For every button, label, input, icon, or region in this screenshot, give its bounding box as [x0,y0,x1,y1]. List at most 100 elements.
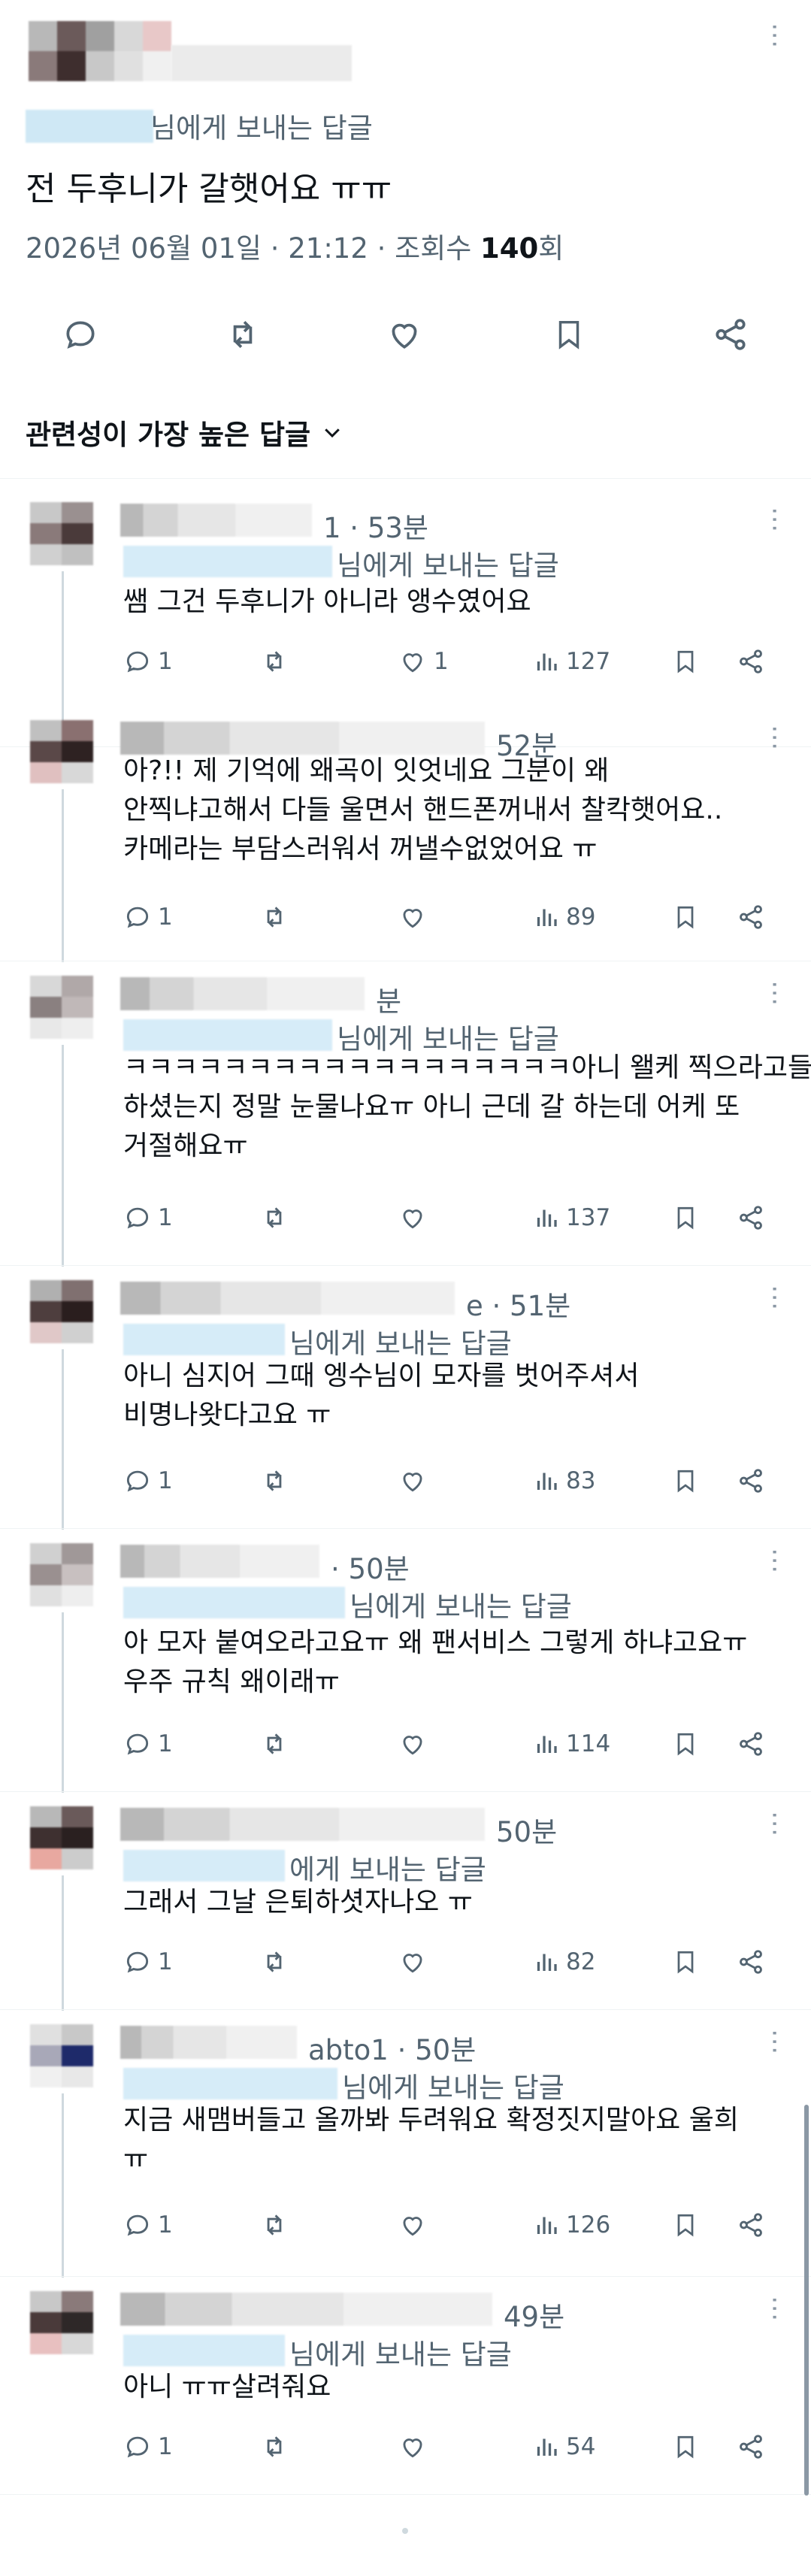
views-icon [537,1209,557,1227]
like-button[interactable] [398,1939,434,1984]
like-button[interactable] [378,301,431,368]
bookmark-button[interactable] [672,1721,699,1766]
like-button[interactable] [398,2424,434,2469]
reply-text: 아 모자 붙여오라고요ㅠ 왜 팬서비스 그렇게 하냐고요ㅠ 우주 규칙 왜이래ㅠ [123,1627,748,1697]
view-count: 54 [566,2433,596,2460]
reply-button[interactable]: 1 [123,1939,173,1984]
bookmark-button[interactable] [672,894,699,940]
bookmark-button[interactable] [672,1195,699,1240]
avatar[interactable] [30,720,93,783]
share-button[interactable] [736,1939,766,1984]
divider [0,1528,811,1529]
more-icon[interactable]: ⋯ [758,1548,790,1572]
retweet-button[interactable] [216,301,269,368]
reply-icon [126,651,149,673]
bookmark-button[interactable] [672,2424,699,2469]
reply-to-label: 님에게 보내는 답글 [289,1327,512,1360]
reply-icon [66,321,95,349]
retweet-icon [267,1951,282,1972]
retweet-button[interactable] [259,2424,290,2469]
reply-button[interactable]: 1 [123,2202,173,2248]
retweet-button[interactable] [259,1939,290,1984]
bookmark-button[interactable] [672,1458,699,1503]
share-button[interactable] [736,2424,766,2469]
reply-count: 1 [158,2433,173,2460]
views-button[interactable]: 54 [533,2424,595,2469]
bookmark-icon [558,320,580,350]
more-icon[interactable]: ⋯ [758,507,790,531]
scrollbar[interactable] [804,2105,809,2496]
reply-button[interactable]: 1 [123,639,173,684]
reply-button[interactable]: 1 [123,1195,173,1240]
views-button[interactable]: 89 [533,894,595,940]
bookmark-button[interactable] [672,1939,699,1984]
like-button[interactable]: 1 [398,639,449,684]
reply-button[interactable]: 1 [123,1721,173,1766]
more-icon[interactable]: ⋯ [758,23,790,47]
divider [0,2276,811,2277]
avatar[interactable] [30,1806,93,1869]
avatar[interactable] [30,1543,93,1606]
like-button[interactable] [398,1458,434,1503]
retweet-icon [267,651,282,672]
sort-replies-dropdown[interactable]: 관련성이 가장 높은 답글 [26,412,343,453]
share-button[interactable] [736,894,766,940]
retweet-button[interactable] [259,1458,290,1503]
view-count: 137 [566,1204,611,1231]
reply-text: 아니 ㅠㅠ살려줘요 [123,2372,331,2402]
avatar[interactable] [30,2024,93,2087]
bookmark-button[interactable] [672,2202,699,2248]
bookmark-button[interactable] [543,301,595,368]
thread-line [62,1875,64,2011]
share-button[interactable] [704,301,757,368]
more-icon[interactable]: ⋯ [758,2296,790,2320]
tweet-views: 140 [480,232,539,265]
retweet-button[interactable] [259,639,290,684]
handle-and-time: e · 51분 [466,1290,571,1322]
retweet-button[interactable] [259,1721,290,1766]
reply-button[interactable] [54,301,107,368]
heart-icon [403,909,422,928]
retweet-icon [267,1733,282,1754]
reply-button[interactable]: 1 [123,2424,173,2469]
more-icon[interactable]: ⋯ [758,1285,790,1309]
tweet-date: 2026년 06월 01일 · 21:12 · 조회수 [26,232,481,265]
reply-text: 아?!! 제 기억에 왜곡이 잇엇네요 그분이 왜 안찍냐고해서 다들 울면서 … [123,755,723,864]
author-avatar[interactable] [29,21,171,81]
avatar[interactable] [30,1280,93,1343]
views-button[interactable]: 137 [533,1195,610,1240]
retweet-button[interactable] [259,1195,290,1240]
views-button[interactable]: 127 [533,639,610,684]
retweet-button[interactable] [259,894,290,940]
share-icon [740,1950,762,1974]
more-icon[interactable]: ⋯ [758,980,790,1004]
more-icon[interactable]: ⋯ [758,725,790,749]
views-button[interactable]: 126 [533,2202,610,2248]
avatar[interactable] [30,2291,93,2354]
bookmark-icon [677,2214,694,2237]
share-button[interactable] [736,1458,766,1503]
author-name-redacted [120,1808,485,1841]
views-button[interactable]: 82 [533,1939,595,1984]
reply-button[interactable]: 1 [123,1458,173,1503]
more-icon[interactable]: ⋯ [758,1811,790,1835]
like-button[interactable] [398,1195,434,1240]
avatar[interactable] [30,502,93,565]
share-button[interactable] [736,1721,766,1766]
share-button[interactable] [736,639,766,684]
retweet-button[interactable] [259,2202,290,2248]
views-button[interactable]: 114 [533,1721,610,1766]
reply-to-handle-redacted [123,1850,285,1881]
author-name-redacted [171,45,352,81]
share-button[interactable] [736,2202,766,2248]
more-icon[interactable]: ⋯ [758,2029,790,2053]
bookmark-button[interactable] [672,639,699,684]
like-button[interactable] [398,894,434,940]
like-button[interactable] [398,2202,434,2248]
reply-button[interactable]: 1 [123,894,173,940]
avatar[interactable] [30,976,93,1039]
like-button[interactable] [398,1721,434,1766]
share-button[interactable] [736,1195,766,1240]
views-button[interactable]: 83 [533,1458,595,1503]
thread-line [62,1045,64,1267]
